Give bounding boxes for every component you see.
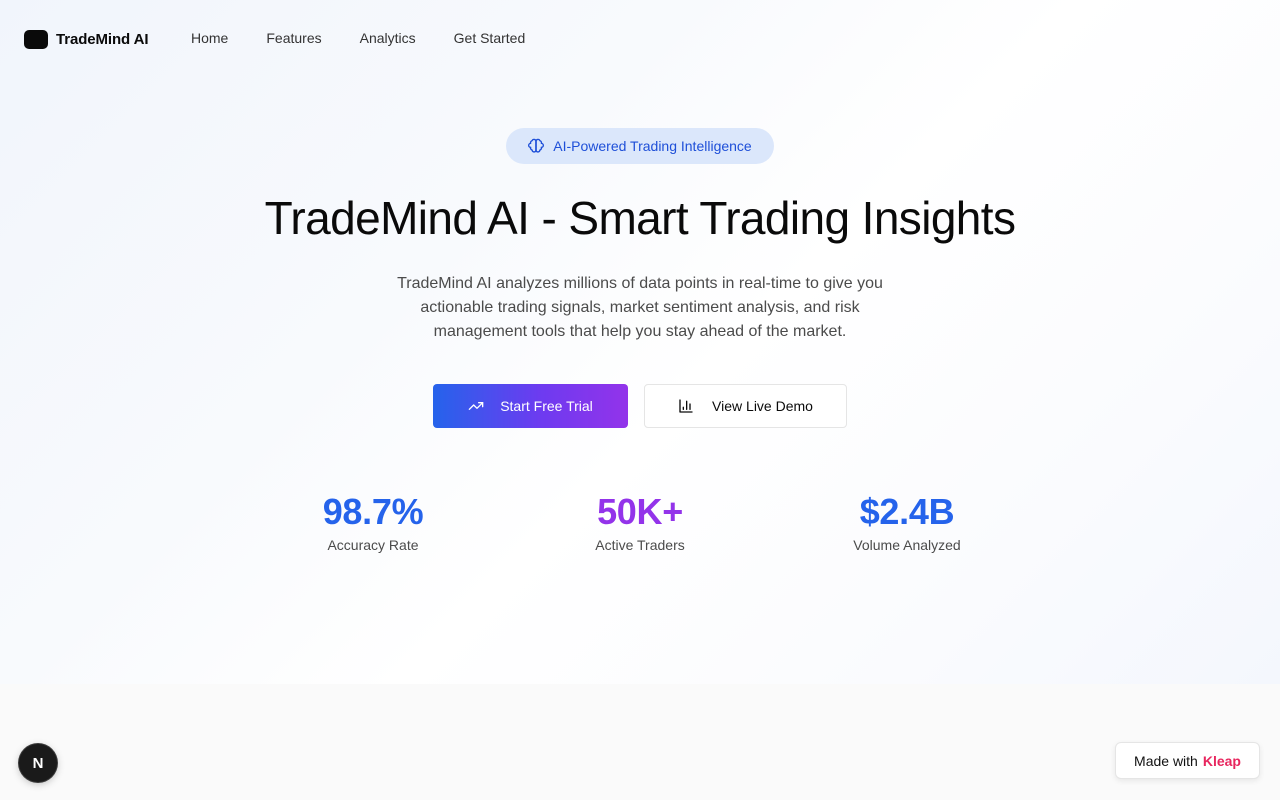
start-free-trial-button[interactable]: Start Free Trial: [433, 384, 628, 428]
page: TradeMind AI Home Features Analytics Get…: [0, 0, 1280, 800]
made-with-text: Made with: [1134, 752, 1198, 769]
top-nav: TradeMind AI Home Features Analytics Get…: [0, 0, 1280, 78]
view-live-demo-button[interactable]: View Live Demo: [644, 384, 847, 428]
logo-mark-icon: [24, 30, 48, 49]
stat-label: Accuracy Rate: [327, 537, 419, 553]
next-section: [0, 684, 1280, 800]
nav-link-home[interactable]: Home: [191, 30, 228, 47]
trending-up-icon: [468, 402, 484, 410]
logo-text: TradeMind AI: [56, 31, 149, 48]
feature-badge-text: AI-Powered Trading Intelligence: [553, 138, 752, 154]
brain-icon: [528, 138, 545, 153]
nav-link-features[interactable]: Features: [266, 30, 321, 47]
bar-chart-icon: [679, 399, 693, 413]
stat-label: Active Traders: [595, 537, 685, 553]
stat-value: $2.4B: [859, 491, 955, 532]
stat-value: 50K+: [597, 491, 683, 532]
logo[interactable]: TradeMind AI: [24, 30, 149, 49]
page-title: TradeMind AI - Smart Trading Insights: [264, 192, 1016, 244]
nav-link-analytics[interactable]: Analytics: [360, 30, 416, 47]
stat-traders: 50K+ Active Traders: [540, 490, 740, 554]
stat-volume: $2.4B Volume Analyzed: [807, 490, 1007, 554]
stat-accuracy: 98.7% Accuracy Rate: [273, 490, 473, 554]
made-with-badge[interactable]: Made with Kleap: [1115, 742, 1260, 779]
nav-link-get-started[interactable]: Get Started: [454, 30, 526, 47]
made-with-brand: Kleap: [1202, 752, 1241, 769]
feature-badge: AI-Powered Trading Intelligence: [506, 128, 774, 164]
view-live-demo-label: View Live Demo: [712, 398, 813, 414]
start-free-trial-label: Start Free Trial: [500, 398, 593, 414]
stat-label: Volume Analyzed: [853, 537, 961, 553]
stat-value: 98.7%: [322, 491, 424, 532]
hero-section: TradeMind AI Home Features Analytics Get…: [0, 0, 1280, 684]
hero-subtitle: TradeMind AI analyzes millions of data p…: [397, 275, 883, 340]
nav-links: Home Features Analytics Get Started: [191, 30, 563, 47]
nextjs-dev-badge[interactable]: N: [19, 744, 57, 782]
